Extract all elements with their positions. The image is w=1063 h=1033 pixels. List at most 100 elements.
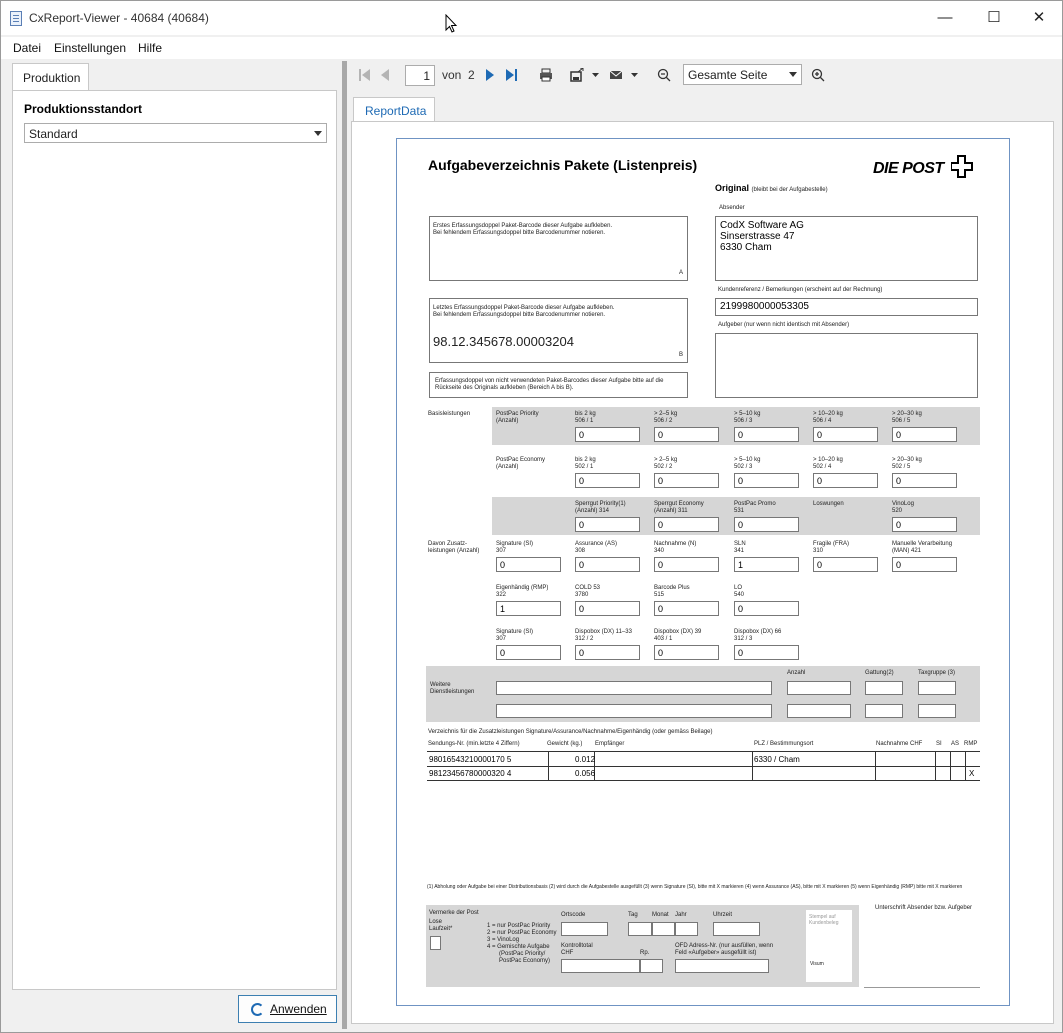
menu-datei[interactable]: Datei xyxy=(13,41,41,55)
cell-head: > 20–30 kg xyxy=(892,457,922,463)
cell-head: Sperrgut Economy xyxy=(654,501,704,507)
quantity-field: 0 xyxy=(575,601,640,616)
kundenref-field: 2199980000053305 xyxy=(715,298,978,316)
menu-einstellungen[interactable]: Einstellungen xyxy=(54,41,126,55)
chevron-down-icon xyxy=(789,72,797,77)
minimize-button[interactable]: — xyxy=(922,1,968,35)
cell-head: Loswungen xyxy=(813,501,844,507)
produktionsstandort-select[interactable]: Standard xyxy=(24,123,327,143)
weitere-col: Taxgruppe (3) xyxy=(918,670,956,676)
table-cell: 0.012 xyxy=(575,755,596,764)
cell-head: PostPac Promo xyxy=(734,501,776,507)
absender-box: CodX Software AG Sinserstrasse 47 6330 C… xyxy=(715,216,978,281)
zoom-out-icon[interactable] xyxy=(657,68,671,82)
absender-label: Absender xyxy=(719,205,745,211)
cell-label: bis 2 kg 506 / 1 xyxy=(575,411,596,425)
cell-code: (Anzahl) 314 xyxy=(575,508,610,514)
legend-line: 3 = VinoLog xyxy=(487,937,520,943)
rueckseite-note: Erfassungsdoppel von nicht verwendeten P… xyxy=(429,372,688,398)
report-page: Aufgabeverzeichnis Pakete (Listenpreis) … xyxy=(396,138,1010,1006)
maximize-button[interactable]: ☐ xyxy=(971,1,1017,35)
weitere-field xyxy=(787,681,851,695)
email-icon[interactable] xyxy=(609,68,623,82)
quantity-field: 0 xyxy=(892,517,957,532)
total-pages: 2 xyxy=(468,68,475,82)
email-dropdown-icon[interactable] xyxy=(630,68,639,82)
weitere-label-line: Dienstleistungen xyxy=(430,689,475,695)
cell-head: Signature (SI) xyxy=(496,629,534,635)
cell-code: 322 xyxy=(496,592,507,598)
cell-code: 312 / 2 xyxy=(575,636,594,642)
cell-code: 308 xyxy=(575,548,586,554)
cell-label: Sperrgut Priority(1) (Anzahl) 314 xyxy=(575,501,626,515)
export-icon[interactable] xyxy=(570,68,584,82)
splitter[interactable] xyxy=(342,61,347,1029)
zoom-select[interactable]: Gesamte Seite xyxy=(683,64,802,85)
quantity-field: 0 xyxy=(892,473,957,488)
page-number-input[interactable]: 1 xyxy=(405,65,435,86)
datum-label: Ortscode xyxy=(561,912,586,918)
zoom-value: Gesamte Seite xyxy=(688,68,768,82)
cell-code: 502 / 5 xyxy=(892,464,911,470)
left-panel: Produktionsstandort Standard xyxy=(12,90,337,990)
quantity-field: 0 xyxy=(496,557,561,572)
cell-head: Barcode Plus xyxy=(654,585,690,591)
table-cell: 98123456780000320 4 xyxy=(429,769,512,778)
cell-code: 307 xyxy=(496,636,507,642)
tab-produktion[interactable]: Produktion xyxy=(12,63,89,91)
cell-code: (Anzahl) 311 xyxy=(654,508,688,514)
original-label: Original (bleibt bei der Aufgabestelle) xyxy=(715,183,828,194)
verzeichnis-title: Verzeichnis für die Zusatzleistungen Sig… xyxy=(428,729,713,735)
cell-label: Dispobox (DX) 11–33 312 / 2 xyxy=(575,629,632,643)
vermerke-label: Vermerke der Post xyxy=(429,910,479,916)
quantity-field: 0 xyxy=(734,473,799,488)
print-icon[interactable] xyxy=(539,68,553,82)
cell-code: 341 xyxy=(734,548,745,554)
rp-field xyxy=(640,959,663,973)
cell-label: > 5–10 kg 502 / 3 xyxy=(734,457,761,471)
cell-head: > 10–20 kg xyxy=(813,457,843,463)
mouse-cursor-icon xyxy=(445,14,458,33)
cell-head: Fragile (FRA) xyxy=(813,541,850,547)
export-dropdown-icon[interactable] xyxy=(591,68,600,82)
table-cell: 6330 / Cham xyxy=(754,755,800,764)
datum-field xyxy=(628,922,652,936)
menu-hilfe[interactable]: Hilfe xyxy=(138,41,162,55)
cell-code: 310 xyxy=(813,548,824,554)
apply-button-label: Anwenden xyxy=(270,1002,327,1016)
cell-code: 340 xyxy=(654,548,665,554)
lose-line: Laufzeit* xyxy=(429,926,453,932)
apply-button[interactable]: Anwenden xyxy=(238,995,337,1023)
cell-label: LO 540 xyxy=(734,585,744,599)
quantity-field: 0 xyxy=(575,645,640,660)
first-page-icon[interactable] xyxy=(358,68,372,82)
cell-label: SLN 341 xyxy=(734,541,746,555)
box-b-text: Letztes Erfassungsdoppel Paket-Barcode d… xyxy=(433,305,615,311)
of-label: von xyxy=(442,68,462,82)
weitere-field xyxy=(496,681,772,695)
ofd-field xyxy=(675,959,769,973)
next-page-icon[interactable] xyxy=(483,68,497,82)
tab-reportdata[interactable]: ReportData xyxy=(353,97,435,122)
post-logo-text: DIE POST xyxy=(873,160,944,177)
zoom-in-icon[interactable] xyxy=(811,68,825,82)
cell-code: 502 / 3 xyxy=(734,464,753,470)
previous-page-icon[interactable] xyxy=(378,68,392,82)
lose-label: Lose Laufzeit* xyxy=(429,919,452,933)
quantity-field: 0 xyxy=(734,517,799,532)
ofd-line: Feld «Aufgeber» ausgefüllt ist) xyxy=(675,950,757,956)
weitere-col: Gattung(2) xyxy=(865,670,894,676)
close-button[interactable]: ✕ xyxy=(1016,1,1062,35)
cell-code: 403 / 1 xyxy=(654,636,673,642)
last-page-icon[interactable] xyxy=(504,68,518,82)
form-title: Aufgabeverzeichnis Pakete (Listenpreis) xyxy=(428,157,698,173)
quantity-field: 0 xyxy=(654,427,719,442)
weitere-label-line: Weitere xyxy=(430,682,451,688)
absender-line: Sinserstrasse 47 xyxy=(720,231,795,242)
table-header: Gewicht (kg.) xyxy=(547,741,583,747)
kontrolltotal-label: Kontrolltotal CHF xyxy=(561,943,593,957)
rp-label: Rp. xyxy=(640,950,650,956)
cell-head: Signature (SI) xyxy=(496,541,534,547)
lose-checkbox xyxy=(430,936,441,950)
cell-head: Dispobox (DX) 39 xyxy=(654,629,702,635)
